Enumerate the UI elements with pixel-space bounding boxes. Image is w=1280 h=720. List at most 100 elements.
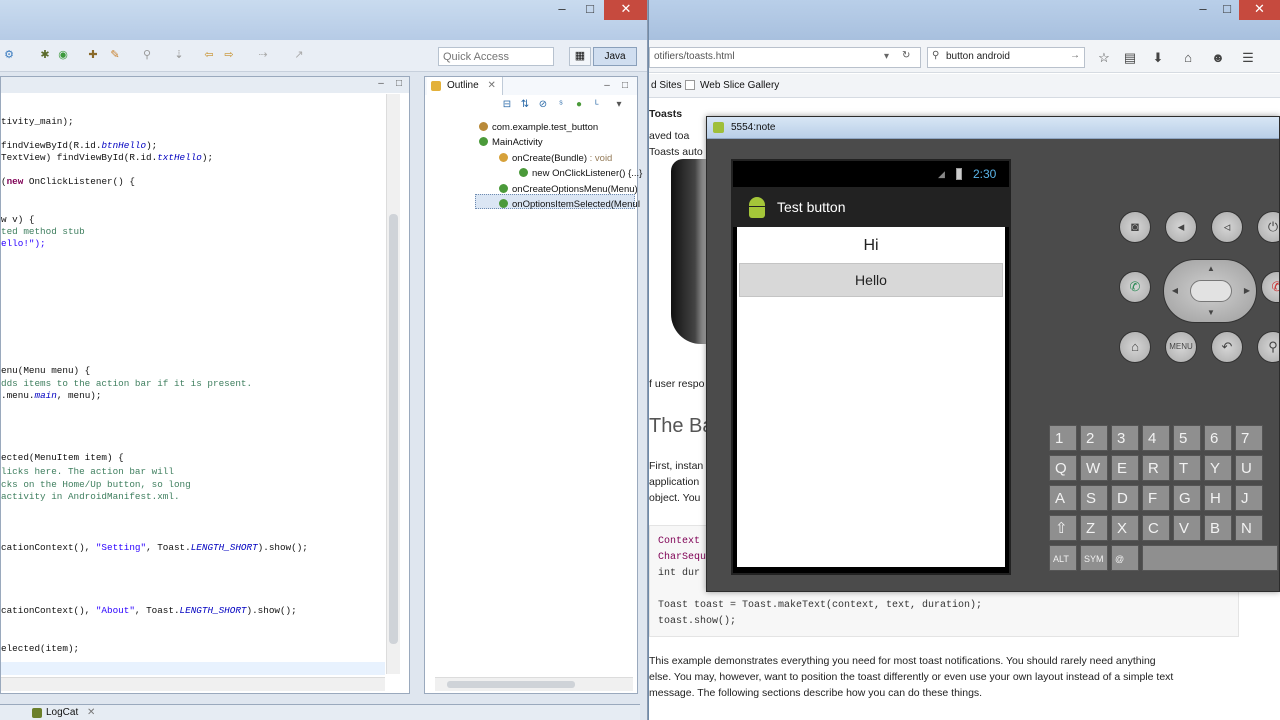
- reload-icon[interactable]: ↻: [902, 50, 910, 61]
- hide-fields-icon[interactable]: ⊘: [537, 99, 549, 111]
- pin-editor-icon[interactable]: ⇢: [256, 48, 270, 62]
- outline-item[interactable]: com.example.test_button: [479, 121, 598, 135]
- keyboard-key[interactable]: 1: [1049, 425, 1077, 451]
- keyboard-key[interactable]: 5: [1173, 425, 1201, 451]
- new-android-project-icon[interactable]: ⚙: [2, 48, 16, 62]
- sort-icon[interactable]: ⇅: [519, 99, 531, 111]
- url-bar[interactable]: otifiers/toasts.html ▾ ↻: [649, 47, 921, 68]
- keyboard-key[interactable]: R: [1142, 455, 1170, 481]
- space-key[interactable]: [1142, 545, 1278, 571]
- emulator-titlebar[interactable]: 5554:note: [707, 117, 1279, 139]
- keyboard-key[interactable]: C: [1142, 515, 1170, 541]
- maximize-view-icon[interactable]: □: [619, 80, 631, 92]
- keyboard-key[interactable]: Q: [1049, 455, 1077, 481]
- keyboard-key[interactable]: 4: [1142, 425, 1170, 451]
- close-icon[interactable]: ✕: [604, 0, 647, 20]
- next-annotation-icon[interactable]: ⇣: [172, 48, 186, 62]
- maximize-view-icon[interactable]: □: [393, 78, 405, 90]
- keyboard-key[interactable]: 6: [1204, 425, 1232, 451]
- outline-item[interactable]: onCreate(Bundle) : void: [499, 152, 612, 166]
- new-java-class-icon[interactable]: ✎: [108, 48, 122, 62]
- keyboard-key[interactable]: A: [1049, 485, 1077, 511]
- menu-icon[interactable]: ☰: [1240, 50, 1256, 66]
- keyboard-key[interactable]: X: [1111, 515, 1139, 541]
- alt-key[interactable]: ALT: [1049, 545, 1077, 571]
- home-icon[interactable]: ⌂: [1180, 50, 1196, 66]
- maximize-icon[interactable]: □: [576, 0, 604, 20]
- call-icon[interactable]: ✆: [1119, 271, 1151, 303]
- minimize-view-icon[interactable]: –: [375, 78, 387, 90]
- outline-item[interactable]: onCreateOptionsMenu(Menu): [499, 183, 638, 197]
- dpad-down-icon[interactable]: ▼: [1206, 308, 1216, 318]
- keyboard-key[interactable]: G: [1173, 485, 1201, 511]
- search-go-icon[interactable]: →: [1070, 50, 1080, 61]
- debug-icon[interactable]: ✱: [38, 48, 52, 62]
- device-screen[interactable]: ◢ 2:30 Test button Hi Hello: [731, 159, 1011, 575]
- open-perspective-button[interactable]: ▦: [569, 47, 591, 66]
- logcat-tab[interactable]: LogCat ✕: [30, 706, 99, 720]
- keyboard-key[interactable]: F: [1142, 485, 1170, 511]
- outline-item[interactable]: MainActivity: [479, 136, 543, 150]
- search-icon[interactable]: ⚲: [140, 48, 154, 62]
- keyboard-key[interactable]: U: [1235, 455, 1263, 481]
- keyboard-key[interactable]: J: [1235, 485, 1263, 511]
- menu-button[interactable]: MENU: [1165, 331, 1197, 363]
- minimize-icon[interactable]: –: [548, 0, 576, 20]
- dpad-up-icon[interactable]: ▲: [1206, 264, 1216, 274]
- home-icon[interactable]: ⌂: [1119, 331, 1151, 363]
- download-icon[interactable]: ⬇: [1150, 50, 1166, 66]
- editor-horizontal-scrollbar[interactable]: [1, 677, 385, 691]
- hide-static-icon[interactable]: ˢ: [555, 99, 567, 111]
- code-text-area[interactable]: tivity_main); findViewById(R.id.btnHello)…: [1, 94, 385, 676]
- close-icon[interactable]: ✕: [1239, 0, 1280, 20]
- back-icon[interactable]: ⇦: [202, 48, 216, 62]
- end-call-icon[interactable]: ✆: [1261, 271, 1279, 303]
- java-perspective-button[interactable]: Java: [593, 47, 637, 66]
- keyboard-key[interactable]: V: [1173, 515, 1201, 541]
- dpad-center-button[interactable]: [1190, 280, 1232, 302]
- keyboard-key[interactable]: W: [1080, 455, 1108, 481]
- view-menu-icon[interactable]: ▾: [613, 99, 625, 111]
- code-editor[interactable]: – □ tivity_main); findViewById(R.id.btnHe…: [0, 76, 410, 694]
- keyboard-key[interactable]: ⇧: [1049, 515, 1077, 541]
- keyboard-key[interactable]: D: [1111, 485, 1139, 511]
- keyboard-key[interactable]: 2: [1080, 425, 1108, 451]
- close-tab-icon[interactable]: ✕: [487, 80, 495, 91]
- open-type-icon[interactable]: ↗: [292, 48, 306, 62]
- search-icon[interactable]: ⚲: [1257, 331, 1279, 363]
- dropdown-icon[interactable]: ▾: [884, 51, 889, 62]
- dpad-right-icon[interactable]: ▶: [1242, 286, 1252, 296]
- keyboard-key[interactable]: E: [1111, 455, 1139, 481]
- keyboard-key[interactable]: 7: [1235, 425, 1263, 451]
- outline-horizontal-scrollbar[interactable]: [435, 677, 633, 691]
- editor-scroll-thumb[interactable]: [389, 214, 398, 644]
- search-box[interactable]: ⚲ button android →: [927, 47, 1085, 68]
- camera-icon[interactable]: ◙: [1119, 211, 1151, 243]
- collapse-all-icon[interactable]: ⊟: [501, 99, 513, 111]
- at-key[interactable]: @: [1111, 545, 1139, 571]
- dpad[interactable]: ▲ ▼ ◀ ▶: [1163, 259, 1257, 323]
- hide-nonpublic-icon[interactable]: ●: [573, 99, 585, 111]
- keyboard-key[interactable]: T: [1173, 455, 1201, 481]
- bookmark-web-slice-gallery[interactable]: Web Slice Gallery: [700, 80, 779, 91]
- power-icon[interactable]: ⏻: [1257, 211, 1279, 243]
- back-icon[interactable]: ↶: [1211, 331, 1243, 363]
- hello-button[interactable]: Hello: [739, 263, 1003, 297]
- keyboard-key[interactable]: Z: [1080, 515, 1108, 541]
- editor-vertical-scrollbar[interactable]: [386, 94, 400, 674]
- keyboard-key[interactable]: H: [1204, 485, 1232, 511]
- bookmark-star-icon[interactable]: ☆: [1096, 50, 1112, 66]
- outline-item[interactable]: new OnClickListener() {...}: [519, 167, 642, 181]
- maximize-icon[interactable]: □: [1213, 0, 1241, 20]
- chat-icon[interactable]: ☻: [1210, 50, 1226, 66]
- bookmark-most-visited[interactable]: d Sites: [651, 80, 682, 91]
- volume-up-icon[interactable]: ◃: [1211, 211, 1243, 243]
- keyboard-key[interactable]: 3: [1111, 425, 1139, 451]
- keyboard-key[interactable]: B: [1204, 515, 1232, 541]
- hide-local-types-icon[interactable]: ᴸ: [591, 99, 603, 111]
- android-app-icon[interactable]: [745, 195, 769, 219]
- external-tools-icon[interactable]: ✚: [86, 48, 100, 62]
- forward-icon[interactable]: ⇨: [222, 48, 236, 62]
- sym-key[interactable]: SYM: [1080, 545, 1108, 571]
- close-tab-icon[interactable]: ✕: [87, 707, 95, 718]
